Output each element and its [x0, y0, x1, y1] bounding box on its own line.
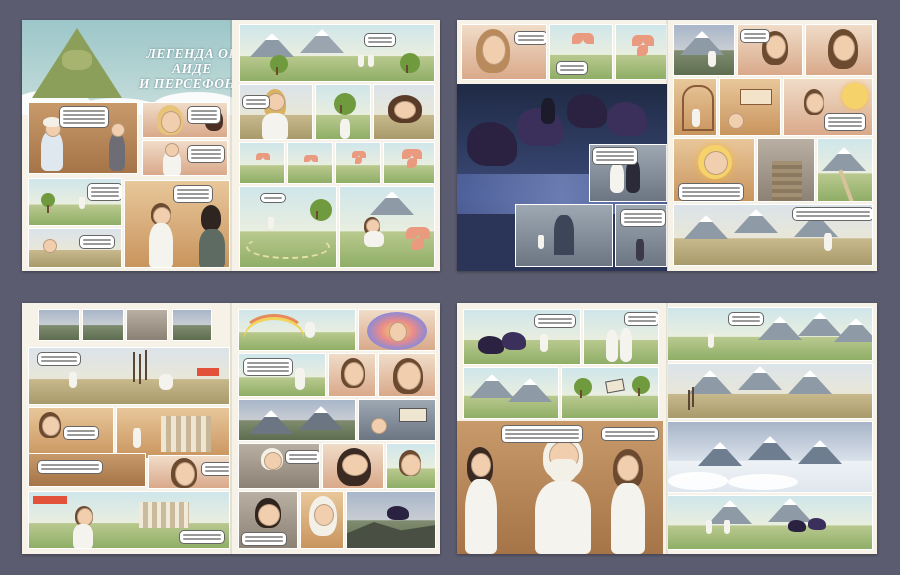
- comic-spread-3: [22, 303, 440, 554]
- panel-underworld-gate: [615, 204, 667, 267]
- panel-temple: [116, 407, 230, 459]
- panel-flower-4: [383, 142, 435, 184]
- panel-hades-face: [328, 353, 376, 397]
- panel-demeter-worried: [737, 24, 803, 76]
- panel-demeter-angry: [378, 353, 436, 397]
- panel-hades-sad: [238, 491, 298, 549]
- book-title: ЛЕГЕНДА ОБ АИДЕ И ПЕРСЕФОНЕ: [134, 46, 232, 91]
- comic-spread-2: [457, 20, 877, 271]
- panel-wind: [373, 84, 435, 140]
- panel-stairs: [757, 138, 815, 202]
- panel-persephone-flower: [339, 186, 435, 268]
- panel-woman-face: [148, 455, 230, 489]
- panel-meadow-wide: [239, 186, 337, 268]
- book-title-line-2: И ПЕРСЕФОНЕ: [138, 76, 232, 91]
- panel-hand-sign: [358, 399, 436, 441]
- panel-landscape-top: [239, 24, 435, 82]
- panel-spring: [667, 307, 873, 361]
- panel-flower-1: [239, 142, 285, 184]
- panel-meadow-2: [28, 228, 122, 268]
- panel-nymph: [315, 84, 371, 140]
- title-panel: ЛЕГЕНДА ОБ АИДЕ И ПЕРСЕФОНЕ: [22, 20, 232, 115]
- panel-winter-1: [38, 309, 80, 341]
- red-banner: [33, 496, 67, 504]
- panel-rainbow: [238, 309, 356, 351]
- panel-persephone-smile: [461, 24, 547, 80]
- panel-palace: [673, 78, 717, 136]
- panel-reunion: [583, 309, 659, 365]
- door-sign: [740, 89, 772, 105]
- panel-abduction: [589, 144, 667, 202]
- comic-spread-4: [457, 303, 877, 554]
- panel-demeter: [142, 140, 228, 176]
- book-title-line-1: ЛЕГЕНДА ОБ АИДЕ: [146, 46, 232, 76]
- panel-summer-return: [667, 495, 873, 550]
- panel-meadow-1: [28, 178, 122, 226]
- panel-hand-flower: [549, 24, 613, 80]
- panel-messenger: [238, 353, 326, 397]
- panel-return-chariot: [463, 309, 581, 365]
- panel-demeter-cry: [805, 24, 873, 76]
- sign-label: [197, 368, 219, 376]
- panel-cavern: [515, 204, 613, 267]
- panel-winter-4: [172, 309, 212, 341]
- panel-people-pray: [28, 407, 114, 459]
- panel-autumn: [667, 363, 873, 419]
- panel-bearded: [322, 443, 384, 489]
- panel-iris: [358, 309, 436, 351]
- comic-spread-1: ЛЕГЕНДА ОБ АИДЕ И ПЕРСЕФОНЕ: [22, 20, 440, 271]
- panel-meadow-sign: [561, 367, 659, 419]
- panel-helios: [673, 138, 755, 202]
- panel-persephone-veil: [300, 491, 344, 549]
- panel-old-man: [238, 443, 320, 489]
- panel-earth-barren: [673, 204, 873, 266]
- panel-helios-talk: [783, 78, 873, 136]
- panel-flower-2: [287, 142, 333, 184]
- panel-ruins-walk: [28, 491, 230, 549]
- panel-underworld-road: [238, 399, 356, 441]
- panel-flower-3: [335, 142, 381, 184]
- panel-persephone-face: [142, 102, 228, 138]
- panel-dead-land: [28, 347, 230, 405]
- panel-offering: [28, 453, 146, 487]
- panel-throne: [28, 102, 138, 174]
- panel-girls-talk: [239, 84, 313, 140]
- panel-winter-2: [82, 309, 124, 341]
- panel-hades-meet: [124, 180, 230, 268]
- panel-mountain-valley: [463, 367, 559, 419]
- panel-zeus-decision: [457, 421, 663, 554]
- panel-girl-smile: [386, 443, 436, 489]
- panel-hand-flower-2: [615, 24, 667, 80]
- panel-winter: [667, 421, 873, 493]
- panel-demeter-search: [673, 24, 735, 76]
- panel-door-sign: [719, 78, 781, 136]
- panel-winter-3: [126, 309, 168, 341]
- panel-chariot-cliff: [346, 491, 436, 549]
- panel-mountain-path: [817, 138, 873, 202]
